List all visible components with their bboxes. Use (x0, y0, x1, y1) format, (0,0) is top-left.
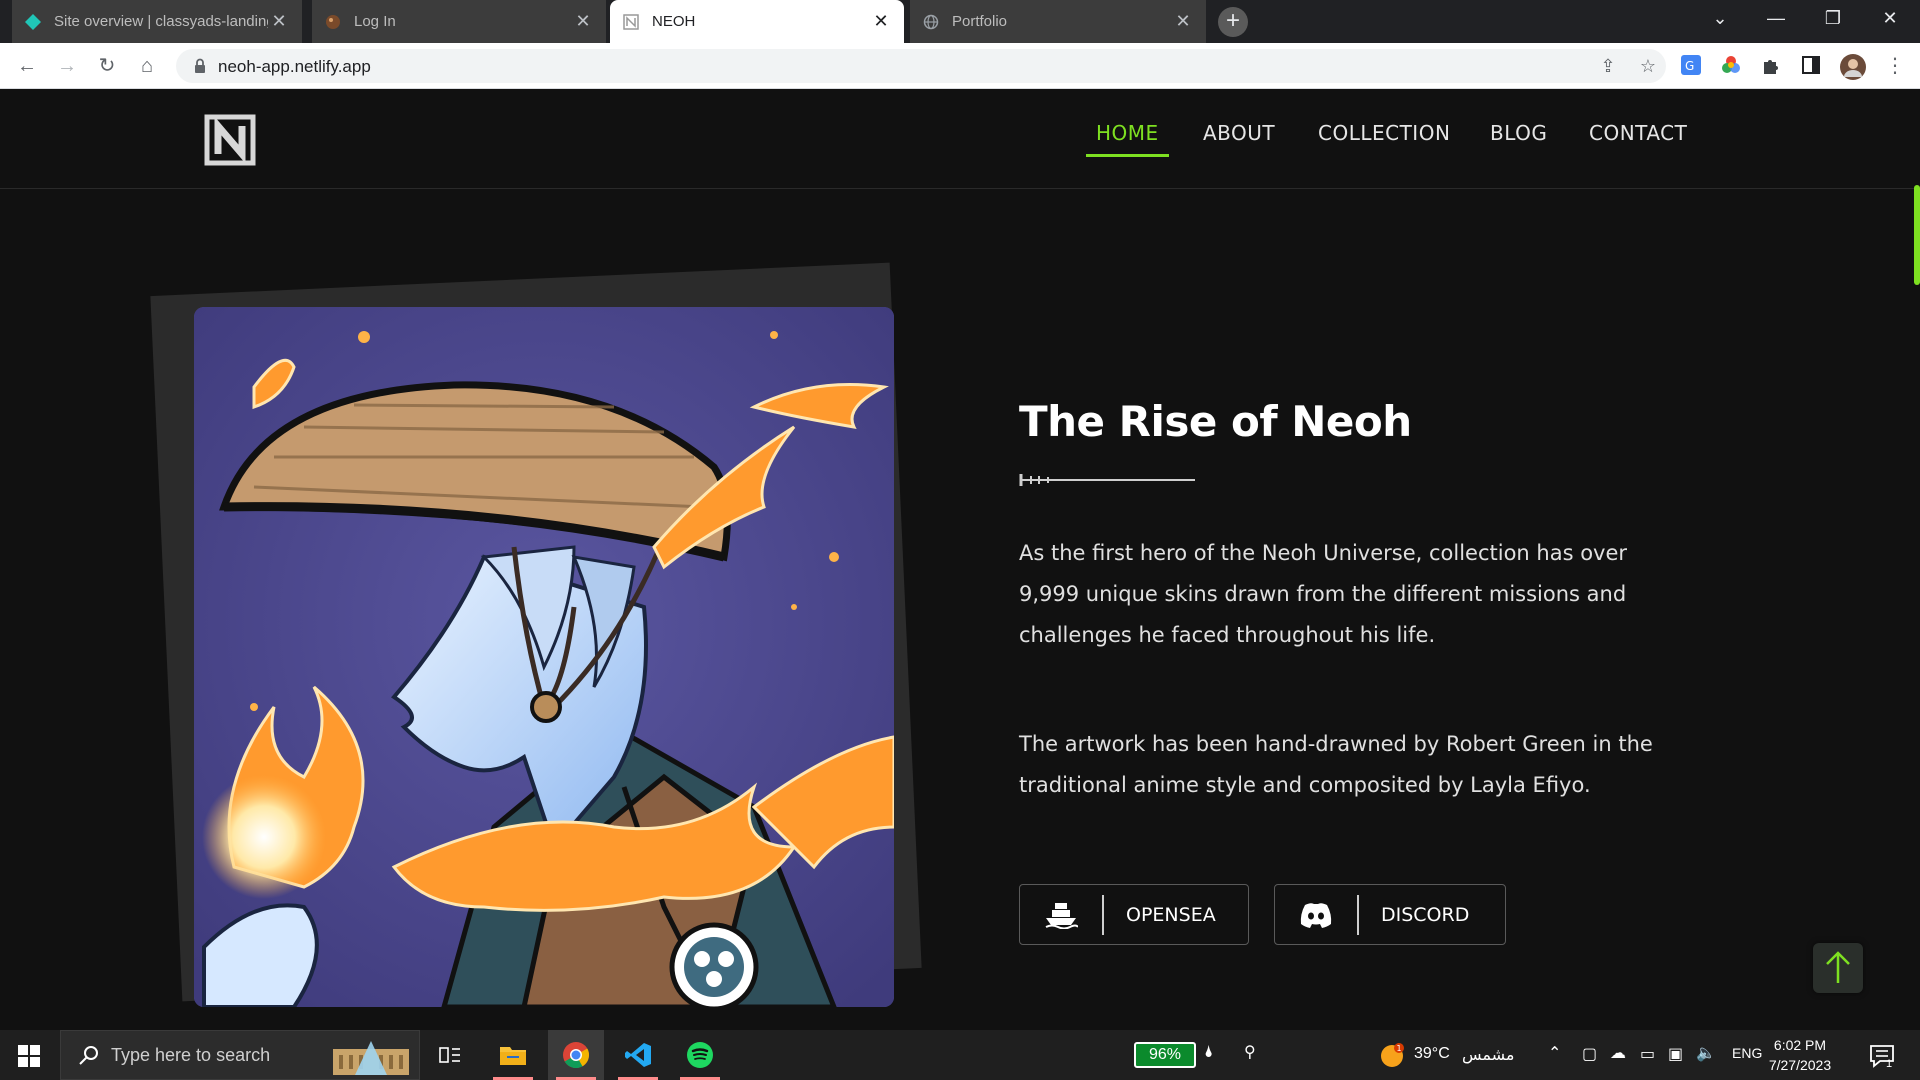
nav-collection[interactable]: COLLECTION (1318, 121, 1450, 145)
hero-title: The Rise of Neoh (1019, 397, 1412, 446)
page-content: HOME ABOUT COLLECTION BLOG CONTACT The R… (0, 89, 1920, 1030)
address-bar[interactable]: neoh-app.netlify.app ⇪ ☆ (176, 49, 1666, 83)
tab-title: Portfolio (952, 13, 1008, 30)
nav-blog[interactable]: BLOG (1490, 121, 1547, 145)
taskbar-clock[interactable]: 6:02 PM 7/27/2023 (1760, 1035, 1840, 1075)
scroll-to-top-button[interactable] (1813, 943, 1863, 993)
svg-text:1: 1 (1397, 1044, 1402, 1053)
new-tab-button[interactable]: + (1218, 7, 1248, 37)
forward-arrow-icon[interactable]: → (52, 51, 82, 81)
back-arrow-icon[interactable]: ← (12, 51, 42, 81)
site-navbar: HOME ABOUT COLLECTION BLOG CONTACT (0, 89, 1920, 189)
search-icon (79, 1046, 98, 1065)
tray-chevron-up-icon[interactable]: ⌃ (1548, 1043, 1561, 1063)
windows-taskbar: Type here to search 96% 🌢 ⚲ 1 39°C مشمس … (0, 1030, 1920, 1080)
close-icon[interactable]: ✕ (1172, 11, 1194, 32)
neoh-favicon (622, 13, 640, 31)
windows-start-icon[interactable] (18, 1045, 40, 1067)
tab-title: NEOH (652, 13, 696, 30)
reload-icon[interactable]: ↻ (92, 51, 122, 81)
taskbar-search-box[interactable]: Type here to search (60, 1030, 420, 1080)
browser-toolbar: ← → ↻ ⌂ neoh-app.netlify.app ⇪ ☆ G ⋮ (0, 43, 1920, 89)
translate-extension-icon[interactable]: G (1680, 54, 1704, 78)
restore-button[interactable]: ❐ (1805, 0, 1861, 38)
weather-temperature[interactable]: 39°C (1414, 1045, 1450, 1063)
clock-time: 6:02 PM (1773, 1037, 1827, 1053)
notification-count: 1 (1886, 1058, 1893, 1070)
ship-icon (1020, 894, 1104, 935)
battery-indicator[interactable]: 96% (1134, 1042, 1196, 1068)
opensea-button[interactable]: OPENSEA (1019, 884, 1249, 945)
extensions-puzzle-icon[interactable] (1760, 54, 1784, 78)
tab-site-overview[interactable]: Site overview | classyads-landing ✕ (12, 0, 302, 43)
spotify-icon[interactable] (672, 1030, 728, 1080)
more-menu-icon[interactable]: ⋮ (1880, 51, 1910, 81)
chrome-icon[interactable] (548, 1030, 604, 1080)
people-icon[interactable]: ⚲ (1244, 1042, 1256, 1062)
tab-log-in[interactable]: Log In ✕ (312, 0, 606, 43)
search-highlight-illustration (333, 1041, 409, 1075)
battery-tray-icon[interactable]: ▭ (1640, 1044, 1655, 1064)
network-icon[interactable]: ▣ (1668, 1044, 1683, 1064)
task-view-icon[interactable] (422, 1030, 478, 1080)
color-picker-extension-icon[interactable] (1720, 54, 1744, 78)
tab-portfolio[interactable]: Portfolio ✕ (910, 0, 1206, 43)
profile-avatar[interactable] (1840, 54, 1866, 80)
arrow-up-icon (1826, 951, 1850, 983)
netlify-icon (24, 13, 42, 31)
tab-neoh[interactable]: NEOH ✕ (610, 0, 904, 43)
share-icon[interactable]: ⇪ (1596, 54, 1620, 78)
globe-icon (922, 13, 940, 31)
nav-home[interactable]: HOME (1096, 121, 1159, 145)
nav-active-underline (1086, 154, 1169, 157)
vscode-icon[interactable] (610, 1030, 666, 1080)
file-explorer-icon[interactable] (485, 1030, 541, 1080)
language-indicator[interactable]: ENG (1732, 1045, 1762, 1061)
lock-icon[interactable] (190, 56, 210, 76)
discord-button[interactable]: DISCORD (1274, 884, 1506, 945)
hero-artwork (194, 307, 894, 1007)
clock-date: 7/27/2023 (1768, 1057, 1832, 1073)
svg-text:G: G (1685, 59, 1694, 73)
hero-paragraph-1: As the first hero of the Neoh Universe, … (1019, 541, 1628, 647)
minimize-button[interactable]: — (1748, 0, 1804, 38)
discord-label: DISCORD (1381, 903, 1470, 926)
hero-paragraph-2: The artwork has been hand-drawned by Rob… (1019, 732, 1653, 797)
close-window-button[interactable]: ✕ (1862, 0, 1918, 38)
browser-tab-bar: Site overview | classyads-landing ✕ Log … (0, 0, 1920, 43)
weather-description[interactable]: مشمس (1462, 1045, 1515, 1065)
close-icon[interactable]: ✕ (572, 11, 594, 32)
weather-sun-icon[interactable]: 1 (1378, 1042, 1406, 1070)
site-favicon (324, 13, 342, 31)
tab-title: Site overview | classyads-landing (54, 13, 268, 30)
title-divider (1019, 474, 1195, 486)
nav-contact[interactable]: CONTACT (1589, 121, 1687, 145)
scrollbar-thumb[interactable] (1914, 185, 1920, 285)
tab-search-chevron-icon[interactable]: ⌄ (1692, 0, 1748, 38)
side-panel-icon[interactable] (1800, 54, 1824, 78)
tab-title: Log In (354, 13, 396, 30)
bookmark-star-icon[interactable]: ☆ (1636, 54, 1660, 78)
nav-about[interactable]: ABOUT (1203, 121, 1275, 145)
volume-icon[interactable]: 🔈 (1696, 1043, 1716, 1063)
url-text: neoh-app.netlify.app (218, 57, 371, 76)
search-placeholder: Type here to search (111, 1045, 271, 1065)
discord-icon (1275, 894, 1359, 935)
battery-charging-icon[interactable]: 🌢 (1204, 1044, 1214, 1062)
home-icon[interactable]: ⌂ (132, 51, 162, 81)
close-icon[interactable]: ✕ (268, 11, 290, 32)
neoh-logo[interactable] (204, 114, 256, 166)
close-icon[interactable]: ✕ (870, 11, 892, 32)
opensea-label: OPENSEA (1126, 903, 1216, 926)
device-icon[interactable]: ▢ (1582, 1044, 1597, 1064)
onedrive-cloud-icon[interactable]: ☁ (1610, 1043, 1626, 1063)
